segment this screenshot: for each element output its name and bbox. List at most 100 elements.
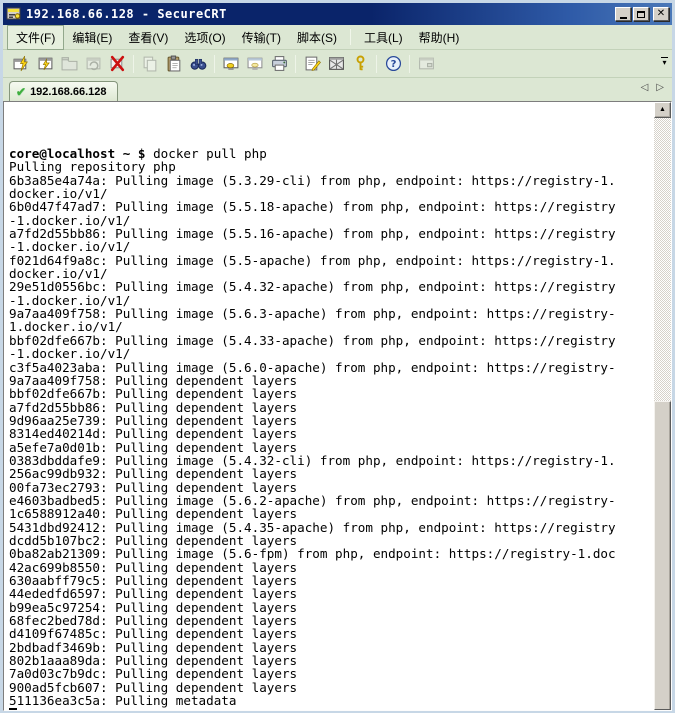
toolbar-separator: [295, 55, 296, 73]
session-options-icon[interactable]: [324, 52, 348, 76]
whats-this-icon[interactable]: [414, 52, 438, 76]
client-area: core@localhost ~ $ docker pull phpPullin…: [3, 101, 672, 711]
terminal-line: 6b3a85e4a74a: Pulling image (5.3.29-cli)…: [9, 174, 654, 187]
terminal-output: core@localhost ~ $ docker pull phpPullin…: [9, 147, 654, 707]
terminal-line: 0ba82ab21309: Pulling image (5.6-fpm) fr…: [9, 547, 654, 560]
toolbar-overflow-icon[interactable]: ▾: [660, 57, 669, 65]
terminal-line: 42ac699b8550: Pulling dependent layers: [9, 561, 654, 574]
menu-item[interactable]: 查看(V): [120, 26, 176, 49]
close-button[interactable]: ✕: [653, 7, 669, 21]
disconnect-icon[interactable]: [105, 52, 129, 76]
clone-session-icon[interactable]: [243, 52, 267, 76]
tab-scroll-left-icon[interactable]: ◁: [641, 82, 649, 93]
find-icon[interactable]: [186, 52, 210, 76]
terminal-line: 630aabff79c5: Pulling dependent layers: [9, 574, 654, 587]
scroll-up-button[interactable]: ▲: [654, 102, 671, 118]
svg-text:?: ?: [390, 59, 396, 70]
titlebar[interactable]: 192.168.66.128 - SecureCRT ✕: [3, 3, 672, 25]
reconnect-icon[interactable]: [81, 52, 105, 76]
terminal-line: -1.docker.io/v1/: [9, 347, 654, 360]
properties-icon[interactable]: [300, 52, 324, 76]
terminal-line: Pulling repository php: [9, 160, 654, 173]
terminal-line: -1.docker.io/v1/: [9, 240, 654, 253]
terminal-line: core@localhost ~ $ docker pull php: [9, 147, 654, 160]
terminal-line: 256ac99db932: Pulling dependent layers: [9, 467, 654, 480]
terminal-line: 68fec2bed78d: Pulling dependent layers: [9, 614, 654, 627]
menu-item[interactable]: 文件(F): [7, 25, 64, 50]
terminal-line: e4603badbed5: Pulling image (5.6.2-apach…: [9, 494, 654, 507]
terminal-line: -1.docker.io/v1/: [9, 214, 654, 227]
terminal[interactable]: core@localhost ~ $ docker pull phpPullin…: [4, 102, 654, 710]
menu-item[interactable]: 脚本(S): [289, 26, 345, 49]
session-tab[interactable]: ✔ 192.168.66.128: [9, 81, 118, 101]
scrollbar-thumb[interactable]: [654, 401, 671, 710]
terminal-line: f021d64f9a8c: Pulling image (5.5-apache)…: [9, 254, 654, 267]
terminal-line: bbf02dfe667b: Pulling image (5.4.33-apac…: [9, 334, 654, 347]
connect-icon[interactable]: [33, 52, 57, 76]
session-tab-label: 192.168.66.128: [30, 86, 106, 98]
maximize-button[interactable]: [633, 7, 649, 21]
terminal-line: 1c6588912a40: Pulling dependent layers: [9, 507, 654, 520]
paste-icon[interactable]: [162, 52, 186, 76]
terminal-line: 511136ea3c5a: Pulling metadata: [9, 694, 654, 707]
tabbar: ✔ 192.168.66.128 ◁ ▷: [3, 78, 672, 101]
toolbar: ? ▾: [3, 50, 672, 78]
terminal-line: docker.io/v1/: [9, 267, 654, 280]
key-agent-icon[interactable]: [348, 52, 372, 76]
quick-connect-icon[interactable]: [9, 52, 33, 76]
terminal-line: d4109f67485c: Pulling dependent layers: [9, 627, 654, 640]
menu-item[interactable]: 传输(T): [234, 26, 289, 49]
minimize-button[interactable]: [615, 7, 631, 21]
tab-scroll-controls: ◁ ▷: [641, 82, 664, 93]
terminal-line: 6b0d47f47ad7: Pulling image (5.5.18-apac…: [9, 200, 654, 213]
copy-icon[interactable]: [138, 52, 162, 76]
scrollbar-track[interactable]: [654, 118, 671, 401]
toolbar-separator: [376, 55, 377, 73]
terminal-line: 8314ed40214d: Pulling dependent layers: [9, 427, 654, 440]
open-session-icon[interactable]: [57, 52, 81, 76]
terminal-line: 44ededfd6597: Pulling dependent layers: [9, 587, 654, 600]
window-controls: ✕: [615, 7, 669, 21]
print-icon[interactable]: [267, 52, 291, 76]
terminal-line: 29e51d0556bc: Pulling image (5.4.32-apac…: [9, 280, 654, 293]
scrollbar: ▲: [654, 102, 671, 710]
toolbar-separator: [214, 55, 215, 73]
terminal-line: 1.docker.io/v1/: [9, 320, 654, 333]
terminal-line: c3f5a4023aba: Pulling image (5.6.0-apach…: [9, 361, 654, 374]
window-title: 192.168.66.128 - SecureCRT: [26, 7, 615, 21]
terminal-line: 00fa73ec2793: Pulling dependent layers: [9, 481, 654, 494]
terminal-line: b99ea5c97254: Pulling dependent layers: [9, 601, 654, 614]
menu-item[interactable]: 帮助(H): [411, 26, 468, 49]
securecrt-window: 192.168.66.128 - SecureCRT ✕ 文件(F)编辑(E)查…: [0, 0, 675, 713]
session-window-icon[interactable]: [219, 52, 243, 76]
terminal-line: 9a7aa409f758: Pulling dependent layers: [9, 374, 654, 387]
terminal-cursor: [9, 708, 17, 710]
terminal-line: 802b1aaa89da: Pulling dependent layers: [9, 654, 654, 667]
terminal-line: 2bdbadf3469b: Pulling dependent layers: [9, 641, 654, 654]
menu-item[interactable]: 编辑(E): [64, 26, 120, 49]
terminal-line: dcdd5b107bc2: Pulling dependent layers: [9, 534, 654, 547]
toolbar-separator: [133, 55, 134, 73]
terminal-line: bbf02dfe667b: Pulling dependent layers: [9, 387, 654, 400]
connected-check-icon: ✔: [16, 86, 26, 98]
terminal-line: 900ad5fcb607: Pulling dependent layers: [9, 681, 654, 694]
minimize-icon: [620, 17, 627, 19]
terminal-line: 9d96aa25e739: Pulling dependent layers: [9, 414, 654, 427]
app-icon: [6, 6, 22, 22]
maximize-icon: [637, 11, 645, 18]
terminal-line: 9a7aa409f758: Pulling image (5.6.3-apach…: [9, 307, 654, 320]
terminal-line: 5431dbd92412: Pulling image (5.4.35-apac…: [9, 521, 654, 534]
terminal-line: docker.io/v1/: [9, 187, 654, 200]
menu-item[interactable]: 选项(O): [176, 26, 233, 49]
close-icon: ✕: [657, 9, 665, 19]
menu-item[interactable]: 工具(L): [356, 26, 411, 49]
menubar-separator: [350, 29, 351, 45]
terminal-line: a7fd2d55bb86: Pulling dependent layers: [9, 401, 654, 414]
terminal-line: a5efe7a0d01b: Pulling dependent layers: [9, 441, 654, 454]
terminal-line: 7a0d03c7b9dc: Pulling dependent layers: [9, 667, 654, 680]
terminal-line: -1.docker.io/v1/: [9, 294, 654, 307]
help-icon[interactable]: ?: [381, 52, 405, 76]
tab-scroll-right-icon[interactable]: ▷: [656, 82, 664, 93]
terminal-line: a7fd2d55bb86: Pulling image (5.5.16-apac…: [9, 227, 654, 240]
menubar: 文件(F)编辑(E)查看(V)选项(O)传输(T)脚本(S) 工具(L)帮助(H): [3, 25, 672, 50]
